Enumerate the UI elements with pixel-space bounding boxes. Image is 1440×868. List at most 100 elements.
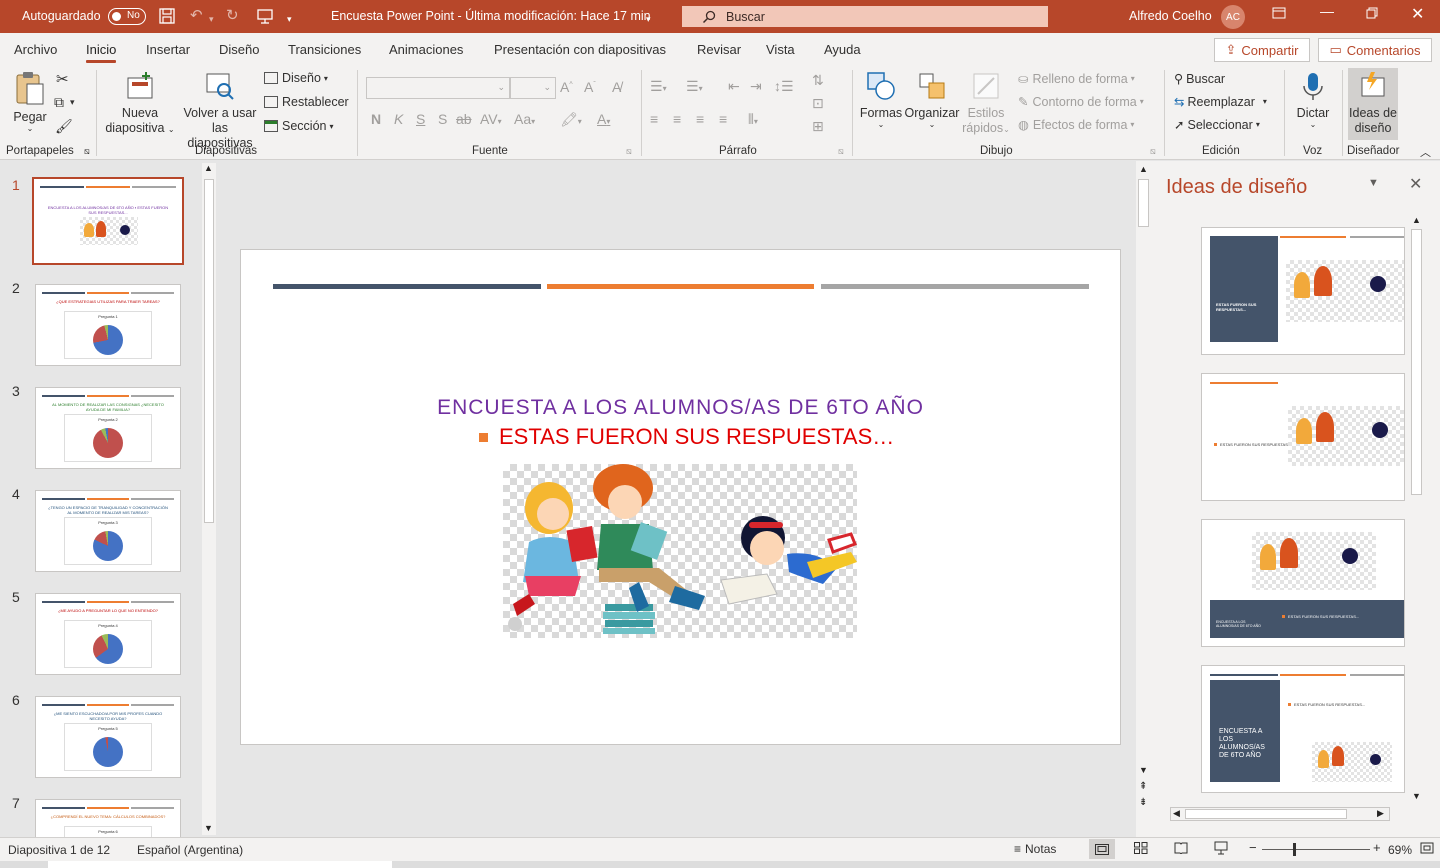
- slide-thumbnail-3[interactable]: AL MOMENTO DE REALIZAR LAS CONSIGNAS ¿NE…: [35, 387, 181, 469]
- slide-subtitle[interactable]: ESTAS FUERON SUS RESPUESTAS…: [479, 424, 894, 450]
- copy-icon[interactable]: ⧉ ▾: [54, 94, 75, 111]
- shape-effects-button[interactable]: ◍ Efectos de forma ▾: [1018, 117, 1134, 133]
- language-indicator[interactable]: Español (Argentina): [137, 843, 243, 857]
- slide-thumbnail-7[interactable]: ¿COMPRENDÍ EL NUEVO TEMA: CÁLCULOS COMBI…: [35, 799, 181, 837]
- reading-view-icon[interactable]: [1174, 842, 1188, 857]
- dialog-launcher-icon[interactable]: ⧅: [1150, 146, 1156, 157]
- minimize-icon[interactable]: —: [1320, 3, 1334, 19]
- slide-title[interactable]: ENCUESTA A LOS ALUMNOS/AS DE 6TO AÑO: [241, 396, 1120, 420]
- select-button[interactable]: ➚ Seleccionar ▾: [1174, 117, 1260, 133]
- zoom-in-icon[interactable]: +: [1373, 840, 1381, 855]
- bold-icon[interactable]: N: [371, 111, 381, 127]
- dialog-launcher-icon[interactable]: ⧅: [626, 146, 632, 157]
- design-idea-card-4[interactable]: ENCUESTA A LOS ALUMNOS/AS DE 6TO AÑO EST…: [1201, 665, 1405, 793]
- design-idea-card-2[interactable]: ESTAS FUERON SUS RESPUESTAS...: [1201, 373, 1405, 501]
- scrollbar-thumb[interactable]: [1185, 809, 1347, 819]
- numbering-icon[interactable]: ☰▾: [686, 78, 703, 95]
- cut-icon[interactable]: ✂: [56, 70, 69, 88]
- justify-icon[interactable]: ≡: [719, 111, 727, 127]
- collapse-ribbon-icon[interactable]: ︿: [1420, 144, 1431, 160]
- paste-button[interactable]: Pegar ⌄: [12, 70, 48, 133]
- chevron-down-icon[interactable]: ▼: [1368, 177, 1379, 189]
- align-text-icon[interactable]: ⊡: [812, 95, 824, 112]
- align-right-icon[interactable]: ≡: [696, 111, 704, 127]
- layout-button[interactable]: Diseño ▾: [264, 71, 328, 85]
- zoom-slider-thumb[interactable]: [1293, 843, 1296, 856]
- redo-icon[interactable]: ↻: [226, 7, 239, 25]
- tab-ayuda[interactable]: Ayuda: [824, 42, 861, 57]
- next-slide-icon[interactable]: ⇟: [1139, 797, 1147, 808]
- dialog-launcher-icon[interactable]: ⧅: [838, 146, 844, 157]
- decrease-font-icon[interactable]: Aˇ: [584, 79, 596, 95]
- avatar[interactable]: AC: [1221, 5, 1245, 29]
- slideshow-view-icon[interactable]: [1214, 841, 1228, 858]
- replace-button[interactable]: ⇆ Reemplazar ▾: [1174, 94, 1267, 110]
- comments-button[interactable]: ▭ Comentarios: [1318, 38, 1432, 62]
- customize-qat-icon[interactable]: ▾: [287, 10, 292, 28]
- undo-icon[interactable]: ↶: [190, 7, 203, 25]
- user-name[interactable]: Alfredo Coelho: [1129, 9, 1212, 23]
- search-box[interactable]: Buscar: [682, 6, 1048, 27]
- zoom-slider-track[interactable]: [1262, 849, 1370, 850]
- design-pane-scrollbar[interactable]: ▲ ▼: [1410, 213, 1424, 805]
- ribbon-display-icon[interactable]: [1272, 6, 1286, 22]
- quick-styles-button[interactable]: Estilos rápidos⌄: [960, 70, 1012, 137]
- design-pane-hscrollbar[interactable]: ◀ ▶: [1170, 807, 1390, 821]
- tab-diseno[interactable]: Diseño: [219, 42, 259, 57]
- restore-icon[interactable]: [1366, 6, 1378, 22]
- columns-icon[interactable]: ⫴▾: [748, 111, 758, 128]
- shape-fill-button[interactable]: ⛀ Relleno de forma ▾: [1018, 71, 1135, 87]
- font-color-icon[interactable]: A▾: [597, 111, 610, 127]
- close-pane-icon[interactable]: ✕: [1409, 174, 1422, 194]
- italic-icon[interactable]: K: [394, 111, 403, 127]
- tab-animaciones[interactable]: Animaciones: [389, 42, 463, 57]
- notes-button[interactable]: ≡ Notas: [1014, 842, 1056, 856]
- children-reading-image[interactable]: [503, 464, 857, 638]
- change-case-icon[interactable]: Aa▾: [514, 111, 535, 127]
- design-ideas-button[interactable]: Ideas de diseño: [1348, 68, 1398, 140]
- line-spacing-icon[interactable]: ↕☰: [774, 78, 794, 95]
- slide-thumbnail-6[interactable]: ¿ME SIENTO ESCUCHADO/A POR MIS PROFES CU…: [35, 696, 181, 778]
- tab-transiciones[interactable]: Transiciones: [288, 42, 361, 57]
- slide-canvas[interactable]: ENCUESTA A LOS ALUMNOS/AS DE 6TO AÑO EST…: [240, 249, 1121, 745]
- font-name-box[interactable]: ⌄: [366, 77, 510, 99]
- dialog-launcher-icon[interactable]: ⧅: [84, 146, 90, 157]
- section-button[interactable]: Sección ▾: [264, 119, 334, 133]
- normal-view-icon[interactable]: [1089, 839, 1115, 859]
- previous-slide-icon[interactable]: ⇞: [1139, 781, 1147, 792]
- design-idea-card-1[interactable]: ESTAS FUERON SUS RESPUESTAS...: [1201, 227, 1405, 355]
- find-button[interactable]: ⚲ Buscar: [1174, 71, 1225, 87]
- scroll-up-icon[interactable]: ▲: [1412, 215, 1421, 225]
- tab-archivo[interactable]: Archivo: [14, 42, 57, 57]
- slide-sorter-icon[interactable]: [1134, 842, 1148, 857]
- scroll-left-icon[interactable]: ◀: [1173, 808, 1180, 819]
- clear-format-icon[interactable]: A̸: [612, 79, 621, 95]
- scrollbar-thumb[interactable]: [1411, 229, 1422, 495]
- document-title[interactable]: Encuesta Power Point - Última modificaci…: [331, 9, 651, 23]
- reuse-slides-button[interactable]: Volver a usar las diapositivas: [178, 70, 262, 151]
- increase-indent-icon[interactable]: ⇥: [750, 78, 762, 95]
- arrange-button[interactable]: Organizar ⌄: [904, 70, 960, 129]
- format-painter-icon[interactable]: 🖌: [55, 118, 73, 135]
- undo-dropdown-icon[interactable]: ▾: [209, 10, 214, 28]
- shadow-icon[interactable]: S: [438, 111, 447, 127]
- font-size-box[interactable]: ⌄: [510, 77, 556, 99]
- tab-vista[interactable]: Vista: [766, 42, 795, 57]
- zoom-out-icon[interactable]: −: [1249, 840, 1257, 855]
- tab-revisar[interactable]: Revisar: [697, 42, 741, 57]
- tab-insertar[interactable]: Insertar: [146, 42, 190, 57]
- close-window-icon[interactable]: ✕: [1411, 4, 1424, 24]
- scroll-down-icon[interactable]: ▼: [1139, 765, 1148, 775]
- tab-inicio[interactable]: Inicio: [86, 42, 117, 63]
- scroll-down-icon[interactable]: ▼: [1412, 791, 1421, 801]
- scrollbar-thumb[interactable]: [204, 179, 214, 523]
- bullets-icon[interactable]: ☰▾: [650, 78, 667, 95]
- smartart-icon[interactable]: ⊞: [812, 118, 824, 135]
- highlight-icon[interactable]: 🖍▾: [560, 111, 582, 128]
- shape-outline-button[interactable]: ✎ Contorno de forma ▾: [1018, 94, 1144, 110]
- slide-thumbnail-1[interactable]: ENCUESTA A LOS ALUMNOS/AS DE 6TO AÑO ▪ E…: [32, 177, 184, 265]
- increase-font-icon[interactable]: A^: [560, 79, 573, 95]
- zoom-level[interactable]: 69%: [1388, 843, 1412, 857]
- slide-thumbnail-5[interactable]: ¿ME AYUDO A PREGUNTAR LO QUE NO ENTIENDO…: [35, 593, 181, 675]
- scroll-up-icon[interactable]: ▲: [204, 163, 213, 173]
